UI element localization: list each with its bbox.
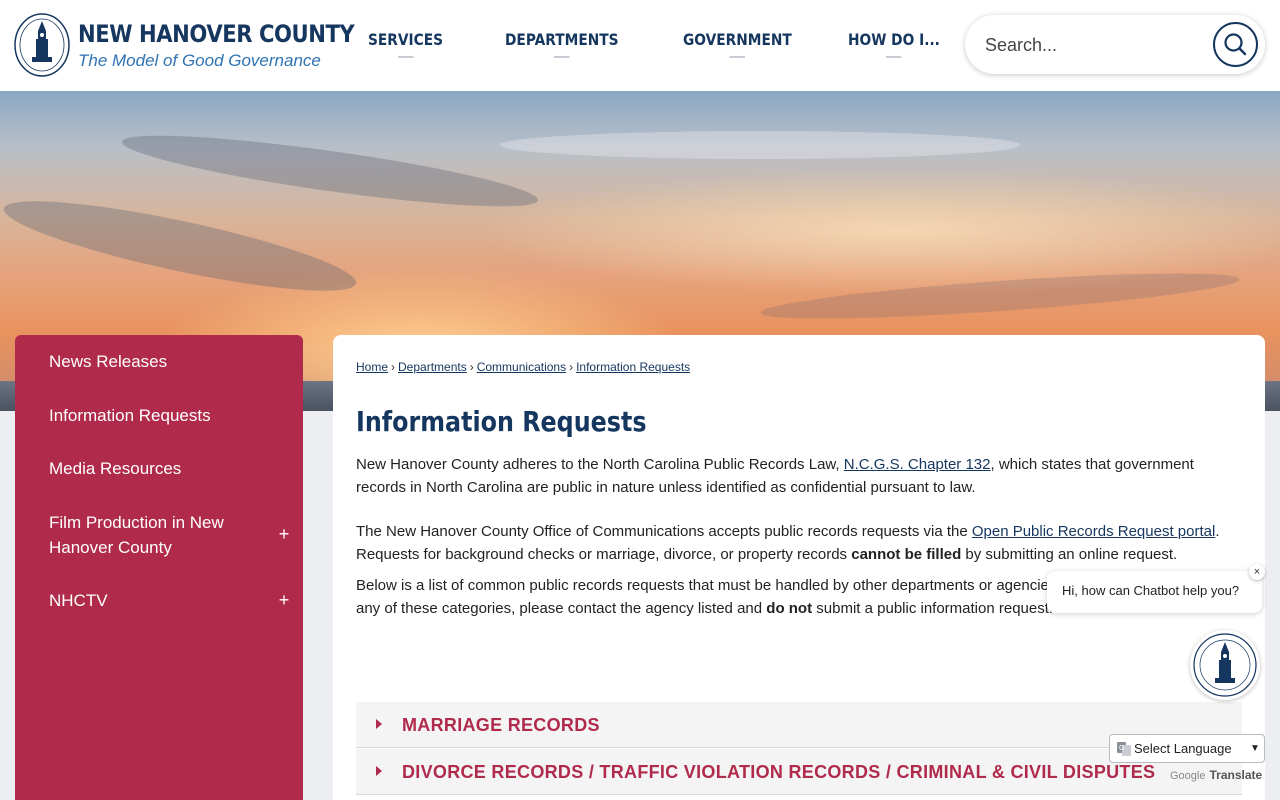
portal-paragraph: The New Hanover County Office of Communi… [356, 523, 1220, 563]
sidebar-item-nhctv[interactable]: NHCTV [49, 588, 108, 613]
google-translate-icon: G [1117, 742, 1131, 756]
powered-by-google-translate[interactable]: Google Translate [1170, 768, 1262, 782]
chatbot-greeting-bubble[interactable]: Hi, how can Chatbot help you? [1047, 571, 1262, 613]
expand-plus-icon[interactable]: + [277, 591, 291, 609]
nav-government[interactable]: GOVERNMENT [683, 30, 792, 58]
search-icon [1224, 33, 1247, 56]
chatbot-launcher-button[interactable] [1190, 630, 1260, 700]
nav-how-do-i[interactable]: HOW DO I... [848, 30, 940, 58]
site-title[interactable]: NEW HANOVER COUNTY [78, 20, 355, 48]
breadcrumb-departments[interactable]: Departments [398, 360, 467, 374]
breadcrumb: Home › Departments › Communications › Informat… [356, 360, 691, 374]
county-seal-icon [1193, 633, 1257, 697]
chevron-down-icon: ▼ [1250, 743, 1260, 754]
site-header: NEW HANOVER COUNTY The Model of Good Gov… [0, 0, 1280, 91]
sidebar-item-news-releases[interactable]: News Releases [49, 349, 167, 374]
chatbot-close-button[interactable]: × [1249, 564, 1265, 580]
records-portal-link[interactable]: Open Public Records Request portal [972, 523, 1215, 540]
svg-text:G: G [1119, 745, 1124, 752]
search-button[interactable] [1213, 22, 1258, 67]
breadcrumb-home[interactable]: Home [356, 360, 388, 374]
sidebar-item-media-resources[interactable]: Media Resources [49, 456, 181, 481]
nav-services[interactable]: SERVICES [368, 30, 443, 58]
ncgs-chapter-link[interactable]: N.C.G.S. Chapter 132 [844, 456, 991, 473]
sidebar-item-film-production[interactable]: Film Production in New Hanover County [49, 510, 259, 560]
search-input[interactable] [985, 32, 1205, 58]
nav-departments[interactable]: DEPARTMENTS [505, 30, 619, 58]
site-tagline: The Model of Good Governance [78, 51, 321, 70]
language-select[interactable]: G Select Language ▼ [1109, 734, 1265, 763]
expand-plus-icon[interactable]: + [277, 525, 291, 543]
sidebar-item-information-requests[interactable]: Information Requests [49, 403, 211, 428]
breadcrumb-information-requests[interactable]: Information Requests [576, 360, 690, 374]
sidebar-nav: News Releases Information Requests Media… [15, 335, 303, 800]
county-seal-logo[interactable] [14, 13, 70, 77]
intro-paragraph: New Hanover County adheres to the North … [356, 456, 1194, 496]
breadcrumb-communications[interactable]: Communications [477, 360, 566, 374]
page-title: Information Requests [356, 405, 647, 438]
caret-right-icon [376, 766, 382, 776]
caret-right-icon [376, 719, 382, 729]
search-box [965, 15, 1265, 74]
content-card: Home › Departments › Communications › Informat… [333, 335, 1265, 800]
